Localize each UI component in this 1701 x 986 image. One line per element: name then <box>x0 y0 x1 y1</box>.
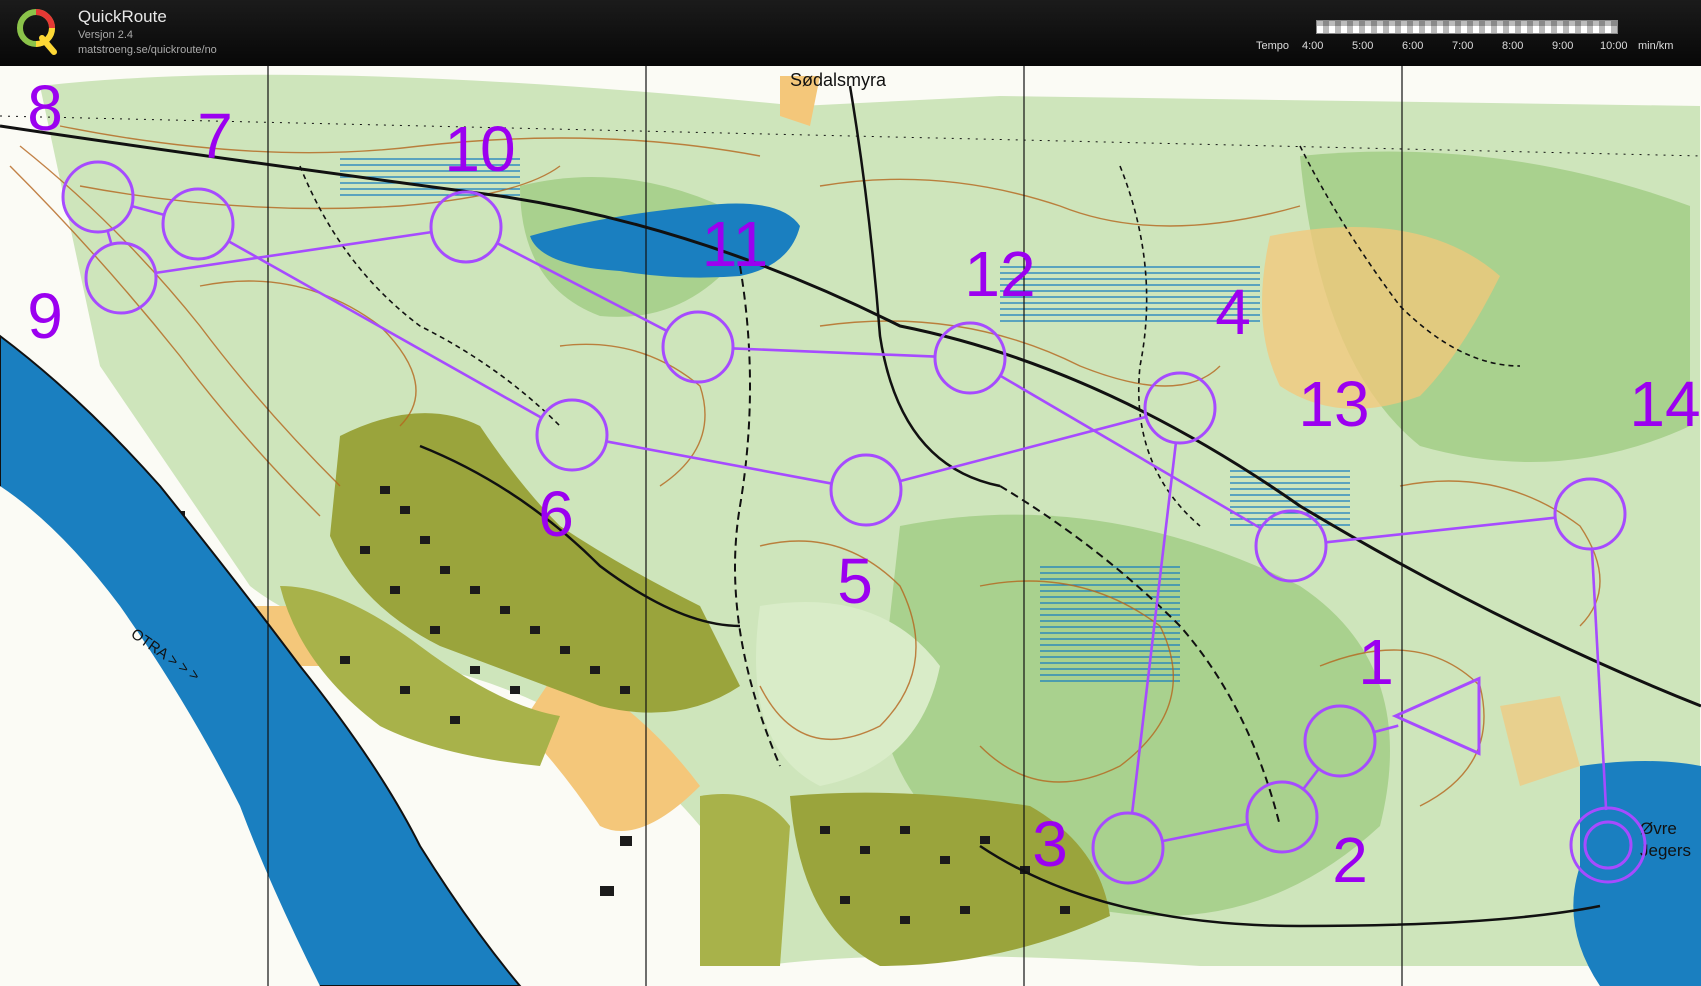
pace-label: Tempo <box>1256 40 1290 52</box>
control-number-13: 13 <box>1298 368 1369 440</box>
control-number-6: 6 <box>538 478 574 550</box>
control-number-9: 9 <box>27 280 63 352</box>
place-name-sodalsmyra: Sødalsmyra <box>790 70 887 90</box>
place-name-ovre: Øvre <box>1640 819 1677 838</box>
pace-unit: min/km <box>1638 40 1674 52</box>
control-number-3: 3 <box>1032 808 1068 880</box>
control-number-8: 8 <box>27 72 63 144</box>
control-number-1: 1 <box>1358 626 1394 698</box>
pace-tick: 9:00 <box>1552 40 1574 52</box>
pace-tick: 8:00 <box>1502 40 1524 52</box>
pace-tick: 6:00 <box>1402 40 1424 52</box>
control-number-11: 11 <box>702 208 768 280</box>
control-number-7: 7 <box>197 100 233 172</box>
control-number-10: 10 <box>444 113 515 185</box>
pace-tick: 5:00 <box>1352 40 1374 52</box>
control-number-12: 12 <box>964 238 1035 310</box>
pace-color-bar <box>1316 20 1618 34</box>
pace-tick: 4:00 <box>1302 40 1324 52</box>
place-name-jegers: Jegers <box>1640 841 1691 860</box>
quickroute-window: QuickRoute Versjon 2.4 matstroeng.se/qui… <box>0 0 1701 986</box>
control-number-2: 2 <box>1332 824 1368 896</box>
app-url: matstroeng.se/quickroute/no <box>78 44 217 56</box>
orienteering-map[interactable]: Sødalsmyra Øvre Jegers OTRA > > > 123456… <box>0 66 1701 986</box>
control-number-5: 5 <box>837 545 873 617</box>
pace-tick: 10:00 <box>1600 40 1628 52</box>
pace-tick: 7:00 <box>1452 40 1474 52</box>
app-title: QuickRoute <box>78 7 167 26</box>
app-version: Versjon 2.4 <box>78 29 134 41</box>
quickroute-logo-icon <box>17 9 57 55</box>
pace-legend: Tempo 4:00 5:00 6:00 7:00 8:00 9:00 10:0… <box>1256 18 1696 58</box>
control-number-4: 4 <box>1215 276 1251 348</box>
control-number-14: 14 <box>1629 368 1700 440</box>
title-bar: QuickRoute Versjon 2.4 matstroeng.se/qui… <box>0 0 1701 66</box>
